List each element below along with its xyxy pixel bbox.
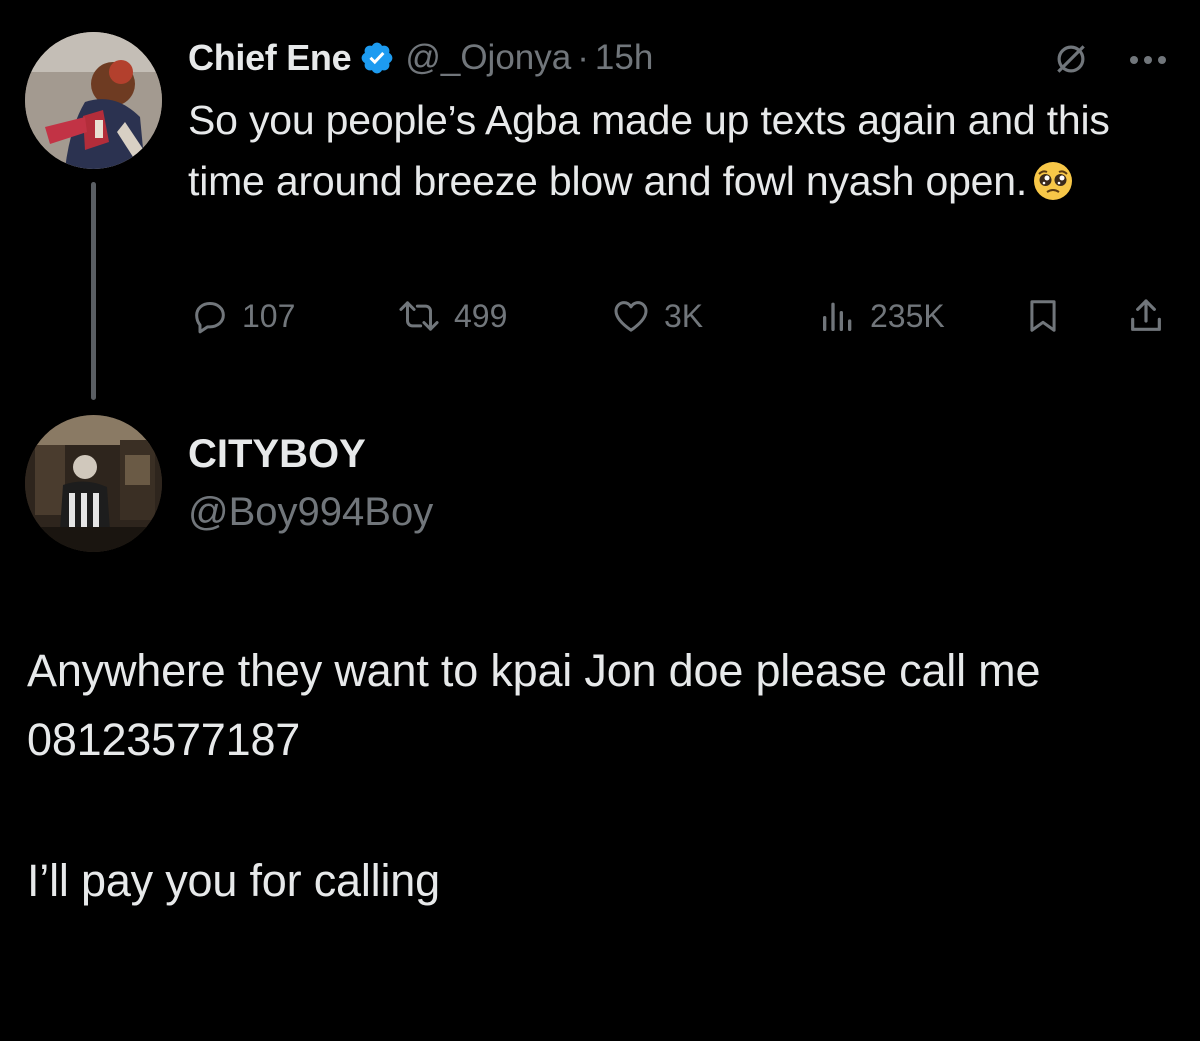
repost-count: 499 [454, 297, 508, 334]
views-count: 235K [870, 297, 945, 334]
like-button[interactable]: 3K [610, 290, 703, 342]
reply-button[interactable]: 107 [190, 290, 295, 342]
reply-text: Anywhere they want to kpai Jon doe pleas… [27, 636, 1177, 915]
share-icon [1131, 299, 1161, 331]
reply-paragraph-gap [27, 774, 1177, 846]
grok-icon[interactable] [1052, 40, 1090, 83]
reply-phone-number: 08123577187 [27, 714, 301, 765]
bookmark-button[interactable] [1024, 290, 1062, 342]
reply-line: I’ll pay you for calling [27, 855, 440, 906]
avatar-cityboy[interactable] [25, 415, 162, 552]
separator-dot: · [577, 38, 589, 77]
tweet-action-bar: 107 499 3K 235K [188, 290, 1168, 342]
reply-line: Anywhere they want to kpai Jon doe pleas… [27, 645, 1041, 696]
reply-display-name[interactable]: CITYBOY [188, 432, 366, 477]
tweet-header: Chief Ene @_Ojonya · 15h [188, 36, 653, 80]
user-handle[interactable]: @_Ojonya [405, 38, 571, 78]
more-options-icon[interactable] [1128, 53, 1168, 71]
display-name[interactable]: Chief Ene [188, 37, 352, 79]
tweet-top-actions [1052, 40, 1168, 83]
pleading-face-emoji-icon [1033, 157, 1073, 200]
bookmark-icon [1030, 300, 1056, 332]
repost-button[interactable]: 499 [396, 290, 507, 342]
heart-icon [614, 301, 648, 332]
avatar-chief-ene[interactable] [25, 32, 162, 169]
like-count: 3K [664, 297, 704, 334]
views-chart-icon [823, 302, 852, 331]
verified-badge-icon [359, 40, 395, 76]
avatar-photo-icon [25, 32, 162, 169]
tweet-text: So you people’s Agba made up texts again… [188, 90, 1178, 212]
thread-connector-line [91, 182, 96, 400]
views-button[interactable]: 235K [818, 290, 945, 342]
share-button[interactable] [1126, 290, 1166, 342]
timestamp[interactable]: 15h [595, 38, 653, 78]
reply-user-handle[interactable]: @Boy994Boy [188, 490, 433, 535]
avatar-photo-icon [25, 415, 162, 552]
reply-count: 107 [242, 297, 296, 334]
repost-icon [399, 301, 439, 331]
tweet-text-content: So you people’s Agba made up texts again… [188, 97, 1110, 204]
reply-icon [195, 302, 225, 334]
